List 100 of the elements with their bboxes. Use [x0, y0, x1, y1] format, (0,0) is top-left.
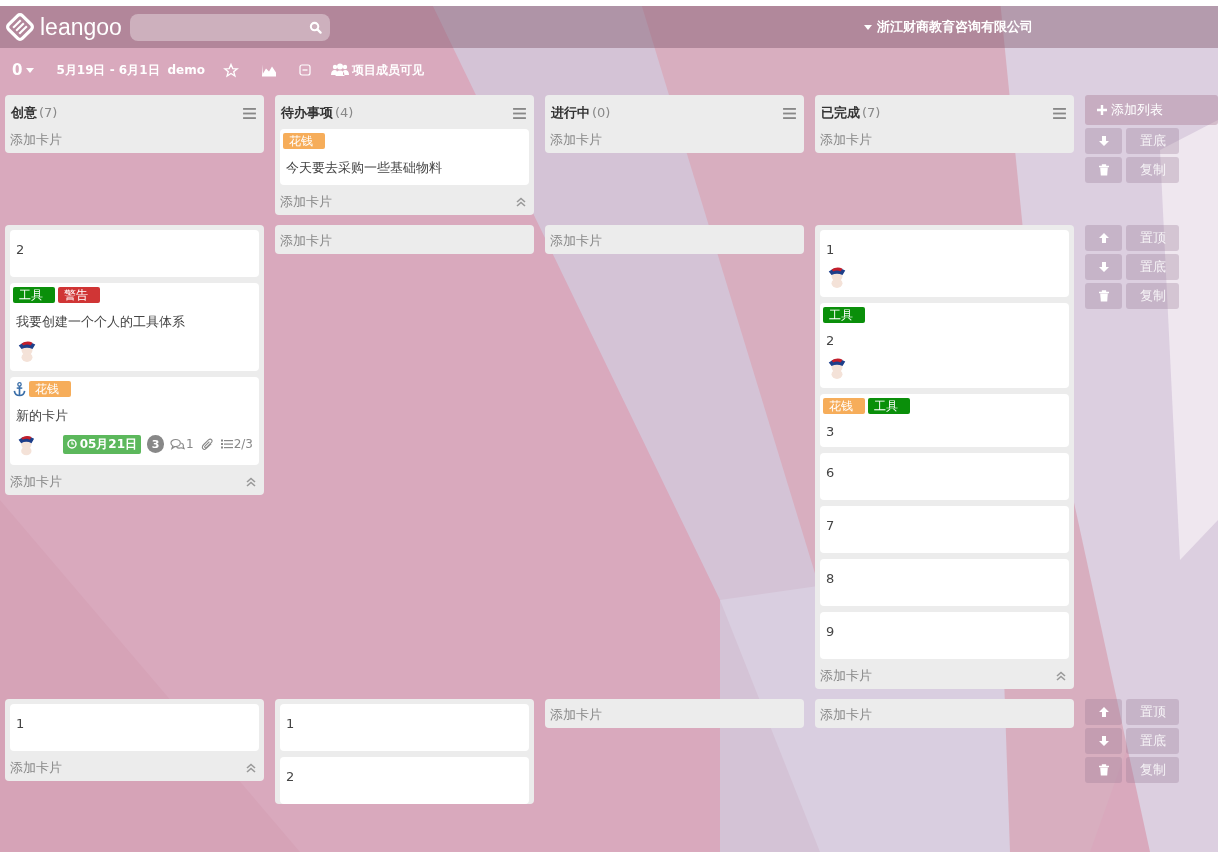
arrow-down-icon — [1097, 261, 1110, 273]
delete-button[interactable] — [1085, 283, 1122, 309]
logo-icon — [6, 13, 34, 41]
card-title: 3 — [826, 423, 836, 439]
card-title: 新的卡片 — [16, 407, 69, 425]
card[interactable]: 工具 2 — [820, 303, 1069, 388]
list-title: 待办事项(4) — [281, 104, 354, 122]
menu-icon[interactable] — [513, 107, 526, 119]
add-card-link[interactable]: 添加卡片 — [280, 193, 332, 211]
delete-button[interactable] — [1085, 757, 1122, 783]
add-card-link[interactable]: 添加卡片 — [10, 131, 62, 149]
add-card-link[interactable]: 添加卡片 — [550, 232, 602, 250]
trash-icon — [1097, 290, 1110, 302]
board-name[interactable]: demo — [167, 63, 205, 77]
card[interactable]: 8 — [820, 559, 1069, 606]
date-range[interactable]: 5月19日 - 6月1日 — [56, 61, 160, 79]
lane-action-button[interactable]: 复制 — [1126, 757, 1179, 783]
card[interactable]: 1 — [10, 704, 259, 751]
count-badge: 3 — [147, 435, 164, 453]
menu-icon[interactable] — [1053, 107, 1066, 119]
card[interactable]: 1 — [280, 704, 529, 751]
lane-action-button[interactable]: 置顶 — [1126, 225, 1179, 251]
caret-icon — [26, 67, 35, 73]
card[interactable]: 7 — [820, 506, 1069, 553]
card[interactable]: 花钱 工具 3 — [820, 394, 1069, 447]
card-title: 2 — [826, 332, 836, 348]
move-down-button[interactable] — [1085, 728, 1122, 754]
add-card-link[interactable]: 添加卡片 — [280, 232, 332, 250]
star-icon[interactable] — [223, 62, 239, 78]
double-chevron-up-icon[interactable] — [515, 196, 527, 208]
move-up-button[interactable] — [1085, 225, 1122, 251]
list-title: 已完成(7) — [821, 104, 881, 122]
trash-icon — [1097, 164, 1110, 176]
checklist-badge: 2/3 — [220, 437, 253, 451]
comment-count: 1 — [186, 437, 194, 451]
card-title: 1 — [16, 715, 26, 731]
plus-icon — [1097, 105, 1107, 115]
move-down-button[interactable] — [1085, 254, 1122, 280]
card[interactable]: 2 — [10, 230, 259, 277]
card-title: 1 — [826, 241, 836, 257]
card-title: 8 — [826, 570, 836, 586]
card-title: 1 — [286, 715, 296, 731]
lane-action-button[interactable]: 置底 — [1126, 128, 1179, 154]
add-list-button[interactable]: 添加列表 — [1085, 95, 1218, 125]
lane-action-button[interactable]: 置顶 — [1126, 699, 1179, 725]
add-card-link[interactable]: 添加卡片 — [10, 759, 62, 777]
add-card-link[interactable]: 添加卡片 — [550, 131, 602, 149]
double-chevron-up-icon[interactable] — [245, 762, 257, 774]
double-chevron-up-icon[interactable] — [245, 476, 257, 488]
card-title: 我要创建一个个人的工具体系 — [16, 313, 186, 331]
arrow-up-icon — [1097, 232, 1110, 244]
card-title: 9 — [826, 623, 836, 639]
card[interactable]: 9 — [820, 612, 1069, 659]
due-date-badge: 05月21日 — [62, 434, 142, 454]
add-card-link[interactable]: 添加卡片 — [820, 131, 872, 149]
card[interactable]: 2 — [280, 757, 529, 804]
move-down-button[interactable] — [1085, 128, 1122, 154]
collapse-icon[interactable] — [299, 64, 311, 76]
people-icon — [331, 63, 349, 77]
double-chevron-up-icon[interactable] — [1055, 670, 1067, 682]
card-tag: 花钱 — [283, 133, 325, 149]
add-card-link[interactable]: 添加卡片 — [820, 667, 872, 685]
arrow-down-icon — [1097, 735, 1110, 747]
card-tag: 工具 — [868, 398, 910, 414]
delete-button[interactable] — [1085, 157, 1122, 183]
list-title: 进行中(0) — [551, 104, 611, 122]
add-card-link[interactable]: 添加卡片 — [550, 706, 602, 724]
lane-action-button[interactable]: 置底 — [1126, 254, 1179, 280]
card[interactable]: 1 — [820, 230, 1069, 297]
card-tag: 工具 — [823, 307, 865, 323]
card[interactable]: 花钱 新的卡片 05月21日 3 1 2/3 — [10, 377, 259, 465]
comment-icon — [170, 437, 185, 451]
card-title: 今天要去采购一些基础物料 — [286, 159, 443, 177]
card[interactable]: 6 — [820, 453, 1069, 500]
organization-dropdown[interactable]: 浙江财商教育咨询有限公司 — [863, 18, 1033, 36]
visibility-button[interactable]: 项目成员可见 — [331, 61, 424, 79]
menu-icon[interactable] — [243, 107, 256, 119]
menu-icon[interactable] — [783, 107, 796, 119]
arrow-up-icon — [1097, 706, 1110, 718]
card[interactable]: 花钱 今天要去采购一些基础物料 — [280, 129, 529, 185]
card-tag: 警告 — [58, 287, 100, 303]
add-card-link[interactable]: 添加卡片 — [820, 706, 872, 724]
add-card-link[interactable]: 添加卡片 — [10, 473, 62, 491]
arrow-down-icon — [1097, 135, 1110, 147]
lane-action-button[interactable]: 复制 — [1126, 157, 1179, 183]
logo-text[interactable]: leangoo — [40, 13, 122, 41]
card-tag: 花钱 — [823, 398, 865, 414]
move-up-button[interactable] — [1085, 699, 1122, 725]
board-count-dropdown[interactable]: 0 — [12, 61, 35, 79]
caret-icon — [863, 24, 872, 30]
list-title: 创意(7) — [11, 104, 58, 122]
trash-icon — [1097, 764, 1110, 776]
card-title: 2 — [286, 768, 296, 784]
lane-action-button[interactable]: 置底 — [1126, 728, 1179, 754]
search-field[interactable] — [129, 13, 330, 41]
card-tag: 工具 — [13, 287, 55, 303]
lane-action-button[interactable]: 复制 — [1126, 283, 1179, 309]
card[interactable]: 工具 警告 我要创建一个个人的工具体系 — [10, 283, 259, 371]
search-icon[interactable] — [308, 20, 322, 34]
card-tag: 花钱 — [29, 381, 71, 397]
